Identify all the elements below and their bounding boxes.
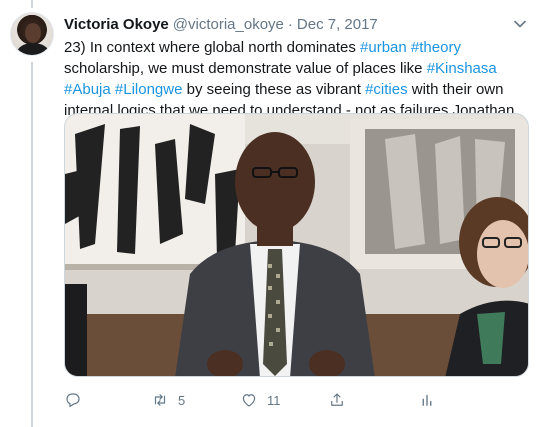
tweet-actions: 5 11 <box>64 388 464 412</box>
analytics-button[interactable] <box>418 388 436 412</box>
analytics-icon <box>422 394 432 406</box>
tweet-photo[interactable] <box>64 113 529 377</box>
retweet-icon <box>154 394 166 406</box>
hashtag-link[interactable]: #Lilongwe <box>115 81 183 98</box>
thread-line <box>31 62 33 427</box>
retweet-count: 5 <box>178 392 186 408</box>
avatar-body <box>17 43 49 55</box>
hashtag-link[interactable]: #urban <box>360 39 407 56</box>
heart-icon <box>242 394 256 407</box>
retweet-button[interactable]: 5 <box>151 388 185 412</box>
hashtag-link[interactable]: #cities <box>365 81 408 98</box>
photo-image <box>65 114 528 376</box>
thread-line-top <box>31 0 33 8</box>
hashtag-link[interactable]: #Abuja <box>64 81 111 98</box>
author-name[interactable]: Victoria Okoye <box>64 16 169 33</box>
like-button[interactable]: 11 <box>240 388 281 412</box>
hashtag-link[interactable]: #Kinshasa <box>427 60 497 77</box>
author-handle[interactable]: @victoria_okoye <box>173 16 284 33</box>
share-button[interactable] <box>328 388 346 412</box>
tweet-text-segment: scholarship, we must demonstrate value o… <box>64 60 427 77</box>
tweet-text-segment: 23) In context where global north domina… <box>64 39 361 56</box>
reply-icon <box>66 393 80 407</box>
tweet-text-segment: by seeing these as vibrant <box>182 81 366 98</box>
tweet-header: Victoria Okoye @victoria_okoye · Dec 7, … <box>64 14 378 34</box>
tweet-date[interactable]: Dec 7, 2017 <box>297 16 378 33</box>
avatar[interactable] <box>10 12 54 56</box>
reply-button[interactable] <box>64 388 91 412</box>
like-count: 11 <box>267 392 281 408</box>
separator-dot: · <box>287 15 293 33</box>
share-icon <box>331 393 343 406</box>
hashtag-link[interactable]: #theory <box>411 39 461 56</box>
chevron-down-icon[interactable] <box>512 16 528 32</box>
avatar-face <box>25 23 41 43</box>
